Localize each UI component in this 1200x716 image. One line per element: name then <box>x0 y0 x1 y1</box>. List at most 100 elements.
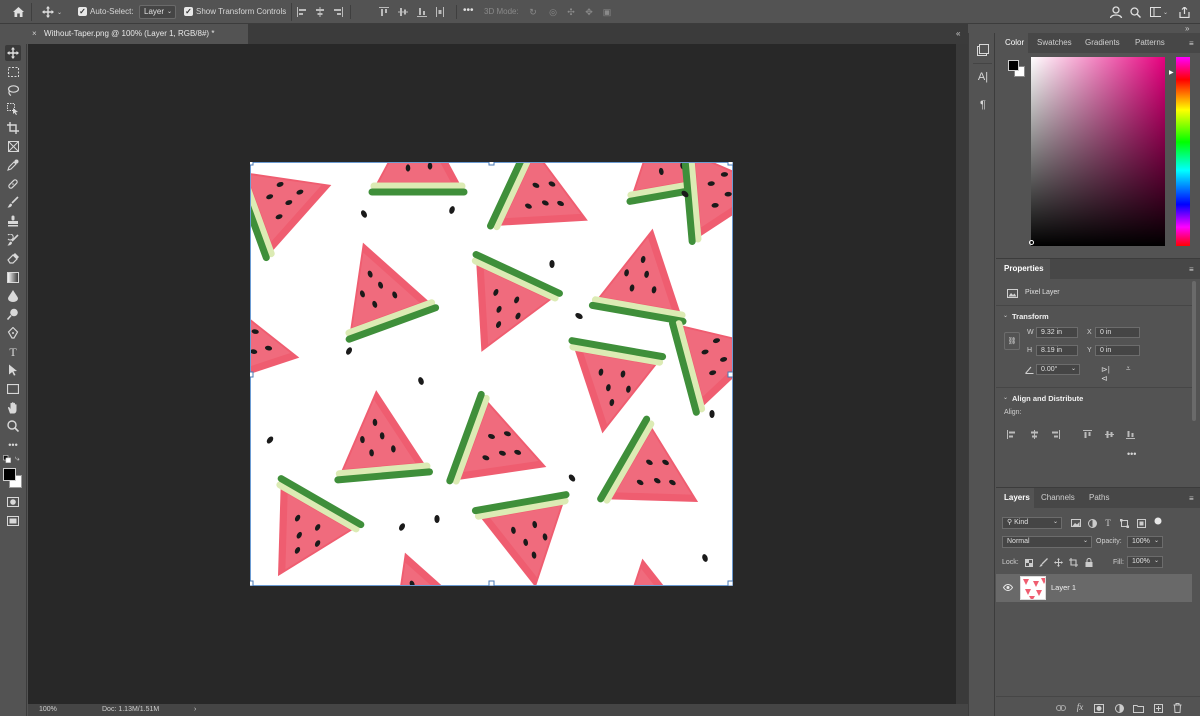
tab-color[interactable]: Color <box>1005 33 1024 53</box>
lock-position-icon[interactable] <box>1054 558 1063 567</box>
tab-patterns[interactable]: Patterns <box>1135 33 1165 53</box>
tab-swatches[interactable]: Swatches <box>1037 33 1072 53</box>
chevron-down-icon[interactable]: ⌄ <box>1003 312 1008 319</box>
folder-icon[interactable] <box>1133 703 1144 713</box>
paragraph-panel-icon[interactable]: ¶ <box>976 98 990 112</box>
share-user-icon[interactable] <box>1108 5 1124 19</box>
chevron-down-icon[interactable]: ⌄ <box>1003 394 1008 401</box>
history-brush-tool-icon[interactable] <box>5 232 21 248</box>
tab-properties[interactable]: Properties <box>1004 259 1044 279</box>
height-field[interactable]: 8.19 in <box>1036 345 1078 356</box>
more-options-button[interactable]: ••• <box>463 5 474 16</box>
distribute-icon[interactable] <box>434 6 446 18</box>
filter-pixel-icon[interactable] <box>1070 518 1081 528</box>
tab-layers[interactable]: Layers <box>1004 488 1030 508</box>
lock-pixels-icon[interactable] <box>1039 558 1048 567</box>
path-selection-tool-icon[interactable] <box>5 362 21 378</box>
transform-handle[interactable] <box>727 580 733 586</box>
x-field[interactable]: 0 in <box>1095 327 1140 338</box>
transform-handle[interactable] <box>250 162 254 166</box>
trash-icon[interactable] <box>1172 703 1182 713</box>
blend-mode-dropdown[interactable]: Normal ⌄ <box>1002 536 1092 548</box>
more-options-button[interactable]: ••• <box>1127 449 1136 459</box>
upload-share-icon[interactable] <box>1176 5 1192 19</box>
marquee-tool-icon[interactable] <box>5 64 21 80</box>
zoom-level[interactable]: 100% <box>39 704 57 716</box>
color-picker-field[interactable] <box>1031 57 1165 246</box>
align-top-icon[interactable] <box>378 6 390 18</box>
layer-filter-dropdown[interactable]: ⚲ Kind ⌄ <box>1002 517 1062 529</box>
opacity-field[interactable]: 100% ⌄ <box>1127 536 1163 548</box>
layer-name[interactable]: Layer 1 <box>1051 583 1076 592</box>
dodge-tool-icon[interactable] <box>5 306 21 322</box>
canvas-area[interactable] <box>28 44 956 704</box>
properties-scrollbar[interactable] <box>1192 281 1196 421</box>
link-dimensions-icon[interactable]: ⛓ <box>1004 332 1020 350</box>
document-tab[interactable]: × Without-Taper.png @ 100% (Layer 1, RGB… <box>28 24 248 44</box>
character-panel-icon[interactable]: A| <box>976 70 990 84</box>
transform-handle[interactable] <box>727 371 733 378</box>
search-icon[interactable] <box>1128 5 1142 19</box>
align-right-icon[interactable] <box>1050 429 1060 439</box>
3d-slide-icon[interactable]: ✥ <box>582 6 596 18</box>
lock-transparent-icon[interactable] <box>1024 558 1033 567</box>
eyedropper-tool-icon[interactable] <box>5 157 21 173</box>
lock-artboard-icon[interactable] <box>1069 558 1078 567</box>
clone-stamp-tool-icon[interactable] <box>5 213 21 229</box>
align-bottom-icon[interactable] <box>1125 429 1135 439</box>
object-selection-tool-icon[interactable] <box>5 101 21 117</box>
align-hcenter-icon[interactable] <box>1029 429 1039 439</box>
frame-tool-icon[interactable] <box>5 138 21 154</box>
rectangle-tool-icon[interactable] <box>5 381 21 397</box>
quick-mask-icon[interactable] <box>5 494 21 510</box>
crop-tool-icon[interactable] <box>5 120 21 136</box>
mask-icon[interactable] <box>1094 703 1104 713</box>
transform-section-header[interactable]: Transform <box>1012 312 1049 321</box>
move-tool-icon[interactable] <box>5 45 21 61</box>
layer-row[interactable]: Layer 1 <box>996 574 1192 602</box>
align-vcenter-icon[interactable] <box>1104 429 1114 439</box>
eraser-tool-icon[interactable] <box>5 250 21 266</box>
align-right-icon[interactable] <box>332 6 344 18</box>
edit-toolbar-icon[interactable]: ••• <box>5 437 21 453</box>
collapse-arrows-icon[interactable]: « <box>956 24 968 44</box>
3d-orbit-icon[interactable]: ↻ <box>526 6 540 18</box>
flip-horizontal-icon[interactable]: ⊳|⊲ <box>1101 365 1113 383</box>
transform-handle[interactable] <box>250 371 254 378</box>
default-colors-icon[interactable] <box>3 455 11 463</box>
filter-shape-icon[interactable] <box>1119 518 1129 528</box>
document-canvas[interactable] <box>250 162 733 586</box>
link-icon[interactable] <box>1056 703 1066 713</box>
foreground-color-swatch[interactable] <box>3 468 16 481</box>
auto-select-dropdown[interactable]: Layer ⌄ <box>139 5 176 19</box>
filter-toggle-icon[interactable] <box>1153 516 1162 525</box>
fx-icon[interactable]: fx <box>1075 702 1085 712</box>
blur-tool-icon[interactable] <box>5 288 21 304</box>
transform-handle[interactable] <box>250 580 254 586</box>
history-panel-icon[interactable] <box>976 43 989 56</box>
brush-tool-icon[interactable] <box>5 194 21 210</box>
transform-handle[interactable] <box>488 580 495 586</box>
filter-smart-object-icon[interactable] <box>1136 518 1146 528</box>
align-bottom-icon[interactable] <box>416 6 428 18</box>
new-layer-icon[interactable] <box>1153 703 1163 713</box>
filter-type-icon[interactable]: T <box>1103 517 1113 528</box>
3d-roll-icon[interactable]: ◎ <box>546 6 560 18</box>
lock-all-icon[interactable] <box>1085 558 1093 567</box>
lasso-tool-icon[interactable] <box>5 82 21 98</box>
screen-mode-icon[interactable] <box>5 513 21 529</box>
healing-brush-tool-icon[interactable] <box>5 176 21 192</box>
align-distribute-header[interactable]: Align and Distribute <box>1012 394 1083 403</box>
align-left-icon[interactable] <box>1006 429 1016 439</box>
close-tab-icon[interactable]: × <box>32 24 37 44</box>
move-tool-preset-icon[interactable]: ⌄ <box>40 5 64 19</box>
hue-slider-marker[interactable]: ▶ <box>1169 69 1174 76</box>
adjustment-icon[interactable] <box>1114 703 1124 713</box>
swap-colors-icon[interactable]: ⤷ <box>15 454 24 463</box>
canvas-vertical-scrollbar[interactable] <box>956 44 968 704</box>
auto-select-checkbox[interactable]: ✓ <box>78 7 87 16</box>
angle-field[interactable]: 0.00° ⌄ <box>1036 364 1080 375</box>
transform-handle[interactable] <box>727 162 733 166</box>
hue-slider[interactable] <box>1176 57 1190 246</box>
color-picker-cursor[interactable] <box>1029 240 1034 245</box>
